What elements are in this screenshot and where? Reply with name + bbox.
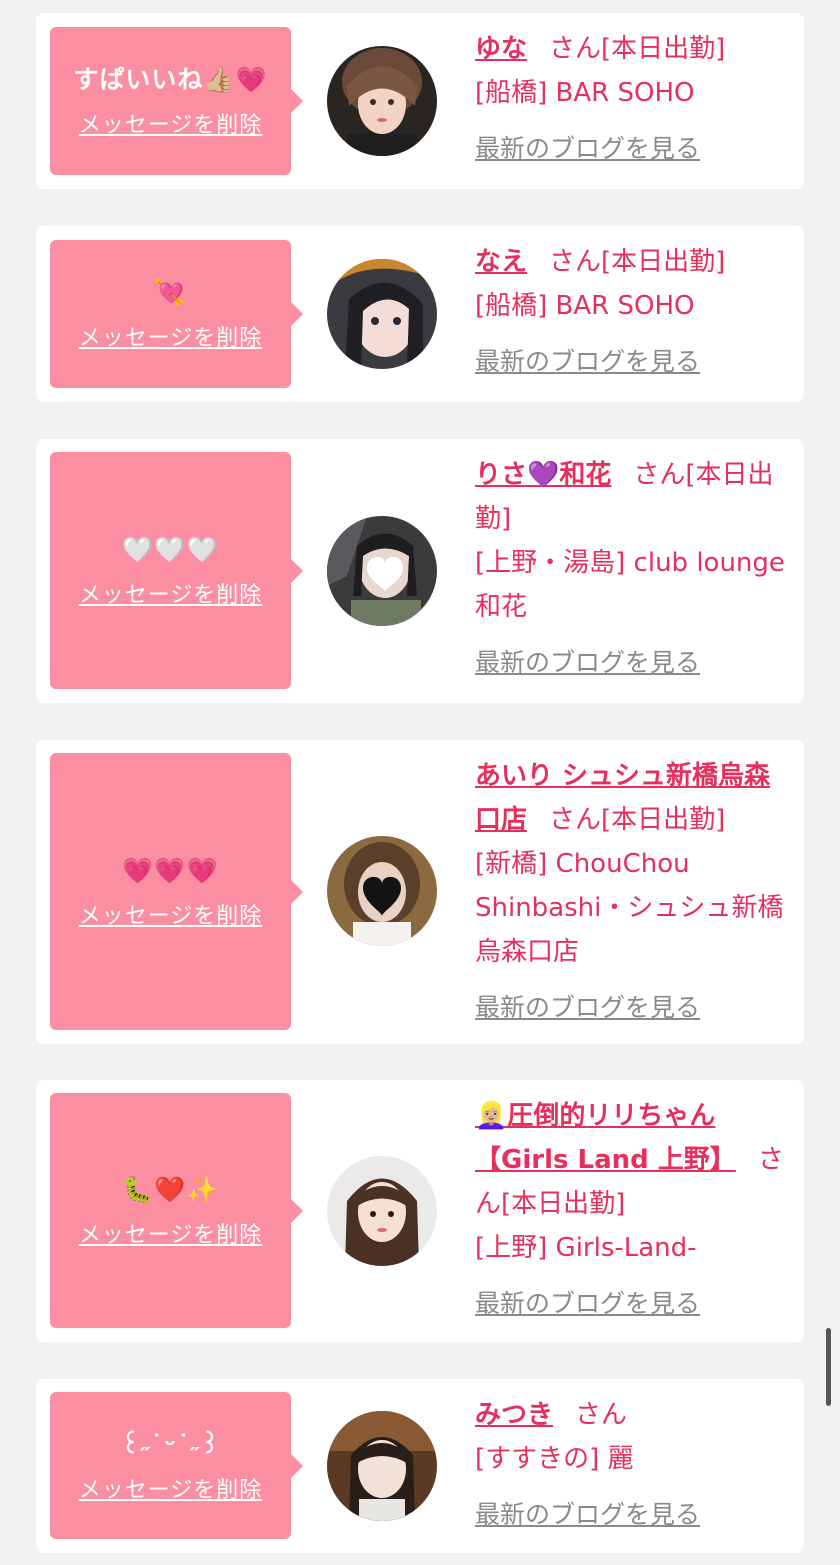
cast-name-link[interactable]: りさ💜和花 [475, 460, 611, 490]
message-card: 🤍🤍🤍 メッセージを削除 りさ💜和花 さん[本日出勤] [上野・湯島] club … [36, 439, 804, 703]
message-bubble: 💗💗💗 メッセージを削除 [50, 753, 303, 1030]
work-status: [本日出勤] [601, 247, 726, 277]
work-status: [本日出勤] [501, 1189, 626, 1219]
cast-info: なえ さん[本日出勤] [船橋] BAR SOHO 最新のブログを見る [475, 240, 787, 382]
cast-name-link[interactable]: なえ [475, 247, 527, 277]
message-text: 💘 [154, 278, 187, 307]
message-card: 💗💗💗 メッセージを削除 あいり シュシュ新橋烏森口店 さん[本日出勤] [新橋]… [36, 740, 804, 1044]
cast-info: みつき さん [すすきの] 麗 最新のブログを見る [475, 1393, 787, 1535]
delete-message-link[interactable]: メッセージを削除 [79, 577, 263, 609]
latest-blog-link[interactable]: 最新のブログを見る [475, 643, 787, 683]
area-shop: [上野・湯島] club lounge 和花 [475, 548, 785, 622]
work-status: [本日出勤] [601, 34, 726, 64]
latest-blog-link[interactable]: 最新のブログを見る [475, 1495, 787, 1535]
honorific: さん [549, 34, 602, 64]
honorific: さん [549, 247, 602, 277]
cast-info: りさ💜和花 さん[本日出勤] [上野・湯島] club lounge 和花 最新の… [475, 453, 787, 683]
message-card: すぱいいね👍🏼💗 メッセージを削除 ゆな さん[本日出勤] [船橋] BAR SO… [36, 13, 804, 189]
avatar[interactable] [327, 836, 437, 946]
avatar[interactable] [327, 259, 437, 369]
avatar[interactable] [327, 516, 437, 626]
area-shop: [上野] Girls-Land- [475, 1233, 697, 1263]
message-text: すぱいいね👍🏼💗 [73, 65, 268, 94]
message-card: 💘 メッセージを削除 なえ さん[本日出勤] [船橋] BAR SOHO 最新のブ… [36, 226, 804, 402]
cast-name-link[interactable]: みつき [475, 1400, 553, 1430]
area-shop: [すすきの] 麗 [475, 1444, 634, 1474]
honorific: さん [549, 805, 602, 835]
delete-message-link[interactable]: メッセージを削除 [79, 320, 263, 352]
honorific: さん [633, 460, 686, 490]
message-card: ꒰˶˙ᵕ˙˶꒱ メッセージを削除 みつき さん [すすきの] 麗 最新のブログを見… [36, 1379, 804, 1553]
area-shop: [船橋] BAR SOHO [475, 291, 695, 321]
honorific: さん [575, 1400, 628, 1430]
message-bubble: すぱいいね👍🏼💗 メッセージを削除 [50, 27, 303, 175]
cast-info: あいり シュシュ新橋烏森口店 さん[本日出勤] [新橋] ChouChou Shi… [475, 754, 791, 1028]
message-text: 💗💗💗 [122, 855, 219, 885]
avatar[interactable] [327, 46, 437, 156]
delete-message-link[interactable]: メッセージを削除 [79, 1217, 263, 1249]
scrollbar[interactable] [826, 1328, 831, 1406]
message-text: ꒰˶˙ᵕ˙˶꒱ [120, 1429, 221, 1459]
cast-name-link[interactable]: ゆな [475, 34, 527, 64]
message-bubble: 🐛❤️✨ メッセージを削除 [50, 1093, 303, 1328]
message-bubble: ꒰˶˙ᵕ˙˶꒱ メッセージを削除 [50, 1392, 303, 1539]
delete-message-link[interactable]: メッセージを削除 [79, 898, 263, 930]
cast-info: ゆな さん[本日出勤] [船橋] BAR SOHO 最新のブログを見る [475, 27, 787, 169]
latest-blog-link[interactable]: 最新のブログを見る [475, 988, 791, 1028]
delete-message-link[interactable]: メッセージを削除 [79, 1472, 263, 1504]
message-bubble: 🤍🤍🤍 メッセージを削除 [50, 452, 303, 689]
latest-blog-link[interactable]: 最新のブログを見る [475, 342, 787, 382]
message-card: 🐛❤️✨ メッセージを削除 👱🏼‍♀️圧倒的リリちゃん【Girls Land 上… [36, 1080, 804, 1342]
area-shop: [新橋] ChouChou Shinbashi・シュシュ新橋烏森口店 [475, 849, 784, 967]
area-shop: [船橋] BAR SOHO [475, 78, 695, 108]
message-bubble: 💘 メッセージを削除 [50, 240, 303, 388]
message-text: 🤍🤍🤍 [122, 534, 219, 564]
delete-message-link[interactable]: メッセージを削除 [79, 107, 263, 139]
avatar[interactable] [327, 1411, 437, 1521]
message-text: 🐛❤️✨ [122, 1174, 219, 1204]
latest-blog-link[interactable]: 最新のブログを見る [475, 1284, 787, 1324]
work-status: [本日出勤] [601, 805, 726, 835]
cast-name-link[interactable]: 👱🏼‍♀️圧倒的リリちゃん【Girls Land 上野】 [475, 1101, 736, 1175]
avatar[interactable] [327, 1156, 437, 1266]
latest-blog-link[interactable]: 最新のブログを見る [475, 129, 787, 169]
cast-info: 👱🏼‍♀️圧倒的リリちゃん【Girls Land 上野】 さん[本日出勤] [上野… [475, 1094, 787, 1324]
